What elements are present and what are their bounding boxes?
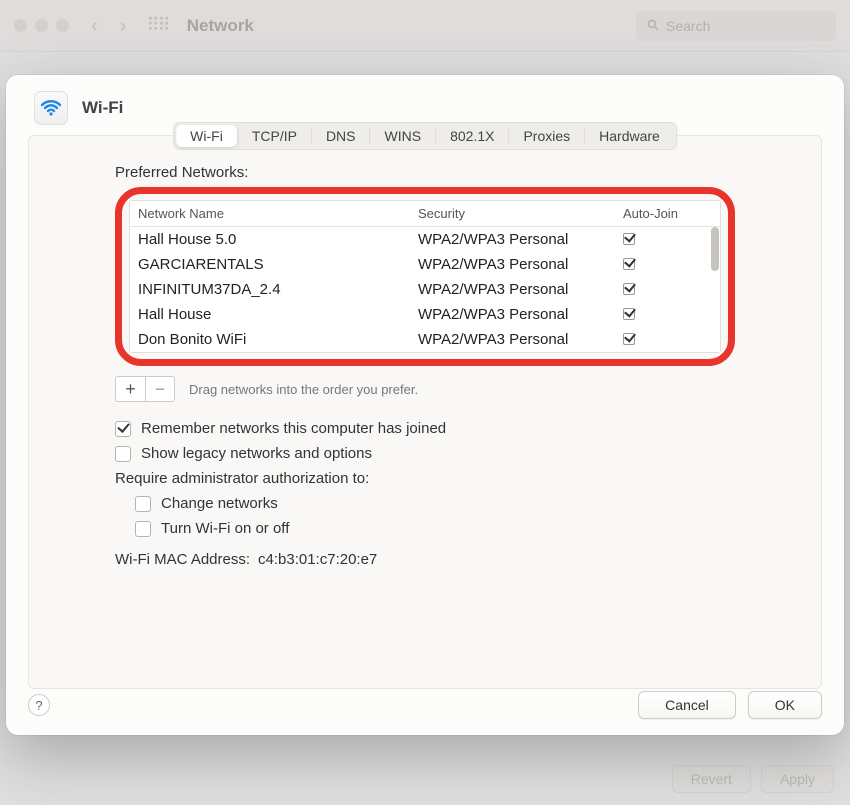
search-field[interactable]: Search — [636, 11, 836, 41]
table-row[interactable]: Hall HouseWPA2/WPA3 Personal — [130, 302, 720, 327]
auto-join-checkbox[interactable] — [623, 308, 635, 320]
cell-auto-join[interactable] — [623, 306, 720, 323]
cell-security: WPA2/WPA3 Personal — [418, 256, 623, 273]
back-button[interactable]: ‹ — [91, 16, 98, 36]
wifi-icon — [34, 91, 68, 125]
cell-auto-join[interactable] — [623, 331, 720, 348]
auto-join-checkbox[interactable] — [623, 258, 635, 270]
mac-address-label: Wi-Fi MAC Address: — [115, 551, 250, 568]
col-security[interactable]: Security — [418, 206, 623, 221]
window-title: Network — [187, 16, 254, 36]
tab-8021x[interactable]: 802.1X — [436, 125, 508, 147]
auto-join-checkbox[interactable] — [623, 283, 635, 295]
cell-network-name: INFINITUM37DA_2.4 — [138, 281, 418, 298]
forward-button[interactable]: › — [120, 16, 127, 36]
table-scrollbar[interactable] — [711, 227, 719, 271]
search-icon — [646, 18, 660, 35]
cell-auto-join[interactable] — [623, 256, 720, 273]
table-row[interactable]: INFINITUM37DA_2.4WPA2/WPA3 Personal — [130, 277, 720, 302]
require-auth-label: Require administrator authorization to: — [115, 470, 735, 487]
window-controls — [14, 19, 69, 32]
table-header: Network Name Security Auto-Join — [130, 201, 720, 227]
show-legacy-checkbox[interactable]: Show legacy networks and options — [115, 445, 735, 462]
col-network-name[interactable]: Network Name — [138, 206, 418, 221]
revert-button[interactable]: Revert — [672, 765, 751, 793]
apply-button[interactable]: Apply — [761, 765, 834, 793]
cancel-button[interactable]: Cancel — [638, 691, 736, 719]
checkbox-icon — [135, 496, 151, 512]
table-row[interactable]: Don Bonito WiFiWPA2/WPA3 Personal — [130, 327, 720, 352]
mac-address-row: Wi-Fi MAC Address: c4:b3:01:c7:20:e7 — [115, 551, 735, 568]
add-remove-buttons: + − — [115, 376, 175, 402]
zoom-window[interactable] — [56, 19, 69, 32]
table-row[interactable]: GARCIARENTALSWPA2/WPA3 Personal — [130, 252, 720, 277]
remember-networks-checkbox[interactable]: Remember networks this computer has join… — [115, 420, 735, 437]
checkbox-icon — [135, 521, 151, 537]
tab-proxies[interactable]: Proxies — [509, 125, 584, 147]
cell-security: WPA2/WPA3 Personal — [418, 231, 623, 248]
parent-footer: Revert Apply — [672, 765, 834, 793]
cell-network-name: GARCIARENTALS — [138, 256, 418, 273]
nav-arrows: ‹ › — [91, 16, 126, 36]
col-auto-join[interactable]: Auto-Join — [623, 206, 720, 221]
show-all-icon[interactable]: ⠿⠿ — [146, 15, 168, 36]
cell-network-name: Don Bonito WiFi — [138, 331, 418, 348]
tab-wifi[interactable]: Wi-Fi — [176, 125, 237, 147]
mac-address-value: c4:b3:01:c7:20:e7 — [258, 551, 377, 568]
annotation-highlight: Network Name Security Auto-Join Hall Hou… — [115, 187, 735, 366]
add-network-button[interactable]: + — [115, 376, 145, 402]
minimize-window[interactable] — [35, 19, 48, 32]
cell-auto-join[interactable] — [623, 281, 720, 298]
checkbox-icon — [115, 421, 131, 437]
tab-dns[interactable]: DNS — [312, 125, 370, 147]
remove-network-button[interactable]: − — [145, 376, 175, 402]
ok-button[interactable]: OK — [748, 691, 822, 719]
preferred-networks-label: Preferred Networks: — [115, 164, 735, 181]
cell-network-name: Hall House 5.0 — [138, 231, 418, 248]
drag-hint: Drag networks into the order you prefer. — [189, 382, 418, 397]
auto-join-checkbox[interactable] — [623, 233, 635, 245]
close-window[interactable] — [14, 19, 27, 32]
tabbar: Wi-Fi TCP/IP DNS WINS 802.1X Proxies Har… — [173, 122, 677, 150]
help-button[interactable]: ? — [28, 694, 50, 716]
wifi-advanced-sheet: Wi-Fi Wi-Fi TCP/IP DNS WINS 802.1X Proxi… — [6, 75, 844, 735]
sheet-title: Wi-Fi — [82, 98, 123, 118]
table-row[interactable]: Hall House 5.0WPA2/WPA3 Personal — [130, 227, 720, 252]
change-networks-checkbox[interactable]: Change networks — [135, 495, 735, 512]
cell-auto-join[interactable] — [623, 231, 720, 248]
cell-security: WPA2/WPA3 Personal — [418, 281, 623, 298]
tab-tcpip[interactable]: TCP/IP — [238, 125, 311, 147]
preferred-networks-table[interactable]: Network Name Security Auto-Join Hall Hou… — [129, 200, 721, 353]
search-placeholder: Search — [666, 18, 710, 34]
titlebar: ‹ › ⠿⠿ Network Search — [0, 0, 850, 52]
cell-security: WPA2/WPA3 Personal — [418, 331, 623, 348]
cell-network-name: Hall House — [138, 306, 418, 323]
tab-hardware[interactable]: Hardware — [585, 125, 674, 147]
settings-panel: Wi-Fi TCP/IP DNS WINS 802.1X Proxies Har… — [28, 135, 822, 689]
checkbox-icon — [115, 446, 131, 462]
auto-join-checkbox[interactable] — [623, 333, 635, 345]
cell-security: WPA2/WPA3 Personal — [418, 306, 623, 323]
tab-wins[interactable]: WINS — [371, 125, 436, 147]
turn-wifi-checkbox[interactable]: Turn Wi-Fi on or off — [135, 520, 735, 537]
